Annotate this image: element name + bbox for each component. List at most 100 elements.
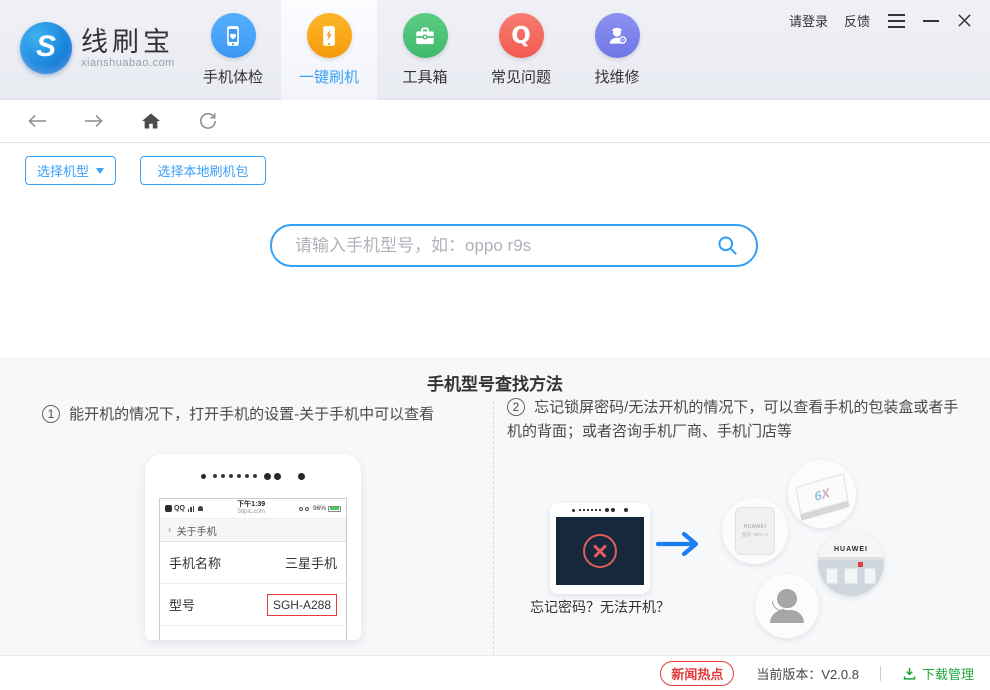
help-title: 手机型号查找方法 <box>427 375 563 394</box>
carrier-label: QQ <box>174 505 185 512</box>
store-sign: HUAWEI <box>834 545 868 553</box>
window-controls: 请登录 反馈 <box>773 11 972 30</box>
locked-screen <box>556 517 644 585</box>
about-phone-illustration: QQ 下午1:39 58pic.com 96% ‹ 关于手机 手机名称 三星手机… <box>145 454 361 640</box>
phone-health-icon <box>210 13 256 58</box>
box-label: 6X <box>813 484 831 504</box>
about-phone-header: ‹ 关于手机 <box>160 519 346 542</box>
nav-item-one-click-flash[interactable]: 一键刷机 <box>281 0 377 100</box>
forward-icon[interactable] <box>81 108 107 134</box>
sensor-dot <box>611 508 615 512</box>
phone-back-bubble: HUAWEI 型号: MHA-A <box>722 498 788 564</box>
camera-dot <box>624 508 628 512</box>
support-agent-bubble <box>755 574 819 638</box>
repair-icon <box>594 13 640 58</box>
minimize-icon[interactable] <box>923 19 939 22</box>
vpn-icon <box>304 506 309 511</box>
faq-icon: Q <box>498 13 544 58</box>
logo-icon: S <box>20 22 72 74</box>
back-model: 型号: MHA-A <box>741 532 768 537</box>
step-2-text: 2 忘记锁屏密码/无法开机的情况下，可以查看手机的包装盒或者手机的背面；或者咨询… <box>507 398 959 440</box>
home-icon[interactable] <box>138 108 164 134</box>
model-number-highlight: SGH-A288 <box>266 593 337 616</box>
error-cross-icon <box>583 534 617 568</box>
main-nav: 手机体检 一键刷机 工具箱 Q 常见问题 找维修 <box>185 0 665 100</box>
help-section: 手机型号查找方法 1 能开机的情况下，打开手机的设置-关于手机中可以查看 2 忘… <box>0 357 990 655</box>
nav-label: 手机体检 <box>202 69 263 86</box>
phone-flash-icon <box>306 13 352 58</box>
app-window: S 线刷宝 xianshuabao.com 手机体检 一键刷机 工具箱 Q 常见… <box>0 0 990 690</box>
logo-letter: S <box>35 30 56 63</box>
toolbox-icon <box>402 13 448 58</box>
brand-domain: xianshuabao.com <box>81 57 175 69</box>
step-1-number: 1 <box>42 405 60 423</box>
footer-divider <box>879 665 881 681</box>
store-bubble: HUAWEI <box>818 530 884 596</box>
brand-name: 线刷宝 <box>81 27 174 57</box>
nav-label: 工具箱 <box>402 69 448 86</box>
speaker-grille <box>579 509 601 511</box>
store-logo-dot <box>858 562 863 567</box>
nav-label: 一键刷机 <box>298 69 359 86</box>
header: S 线刷宝 xianshuabao.com 手机体检 一键刷机 工具箱 Q 常见… <box>0 0 990 100</box>
phone-screen: QQ 下午1:39 58pic.com 96% ‹ 关于手机 手机名称 三星手机… <box>159 498 347 640</box>
camera-dot <box>298 472 305 480</box>
row-value: 三星手机 <box>284 556 337 571</box>
back-icon[interactable] <box>24 108 50 134</box>
retail-box: 6X <box>795 473 849 515</box>
camera-dot <box>201 473 206 479</box>
row-label: 型号 <box>169 598 196 613</box>
about-phone-title: 关于手机 <box>176 526 217 538</box>
select-model-label: 选择机型 <box>36 164 89 179</box>
storefront: HUAWEI <box>818 530 884 596</box>
locked-caption: 忘记密码？无法开机？ <box>530 599 670 615</box>
camera-dot <box>572 508 575 512</box>
settings-row: 手机名称 三星手机 <box>160 542 346 584</box>
status-site: 58pic.com <box>237 509 265 516</box>
step-1-text: 1 能开机的情况下，打开手机的设置-关于手机中可以查看 <box>42 403 487 427</box>
download-icon <box>903 667 916 680</box>
back-brand: HUAWEI <box>743 524 767 530</box>
version-label: 当前版本：V2.0.8 <box>756 666 859 682</box>
close-icon[interactable] <box>957 13 972 28</box>
nav-item-find-repair[interactable]: 找维修 <box>569 0 665 100</box>
search-icon[interactable] <box>716 234 739 257</box>
select-model-button[interactable]: 选择机型 <box>25 156 116 185</box>
nav-item-phone-checkup[interactable]: 手机体检 <box>185 0 281 100</box>
select-local-package-button[interactable]: 选择本地刷机包 <box>140 156 266 185</box>
speaker-grille <box>213 474 257 478</box>
search-bar <box>270 224 758 267</box>
nav-label: 找维修 <box>594 69 640 86</box>
row-label: 手机名称 <box>169 556 222 571</box>
support-agent-icon <box>770 589 804 623</box>
retail-box-bubble: 6X <box>788 460 856 528</box>
feedback-link[interactable]: 反馈 <box>844 11 870 30</box>
signal-bars-icon <box>187 505 196 512</box>
sensor-dot <box>605 508 609 512</box>
qq-app-icon <box>165 505 172 512</box>
phone-back-card: HUAWEI 型号: MHA-A <box>735 507 775 555</box>
dropdown-caret-icon <box>96 167 104 174</box>
login-link[interactable]: 请登录 <box>789 11 828 30</box>
sensor-dot <box>264 472 271 480</box>
nav-item-faq[interactable]: Q 常见问题 <box>473 0 569 100</box>
arrow-right-icon <box>656 531 699 557</box>
step-2-number: 2 <box>507 398 525 416</box>
sensor-dot <box>274 472 281 480</box>
refresh-icon[interactable] <box>195 108 221 134</box>
settings-row: 型号 SGH-A288 <box>160 584 346 626</box>
battery-icon <box>328 505 341 512</box>
orientation-lock-icon <box>298 506 303 511</box>
download-manager-button[interactable]: 下载管理 <box>902 664 974 683</box>
app-logo: S 线刷宝 xianshuabao.com <box>20 22 175 74</box>
status-time: 下午1:39 <box>237 501 266 509</box>
select-local-package-label: 选择本地刷机包 <box>157 164 249 179</box>
news-hotspot-button[interactable]: 新闻热点 <box>660 660 735 686</box>
download-label: 下载管理 <box>921 666 974 682</box>
phone-bezel <box>145 454 361 498</box>
nav-label: 常见问题 <box>490 69 551 86</box>
nav-item-toolbox[interactable]: 工具箱 <box>377 0 473 100</box>
battery-percent: 96% <box>312 505 326 512</box>
search-input[interactable] <box>270 224 758 267</box>
menu-icon[interactable] <box>888 12 905 30</box>
